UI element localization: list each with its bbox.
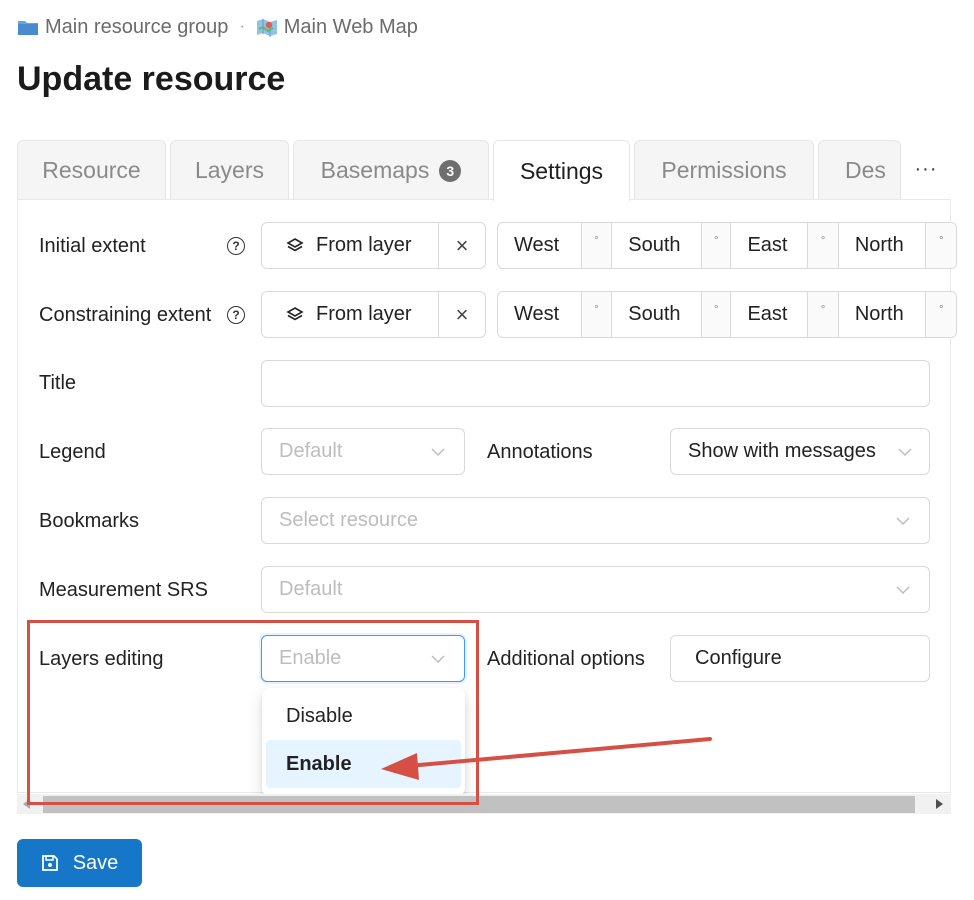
chevron-down-icon: [896, 586, 910, 595]
degree-suffix: °: [701, 223, 732, 268]
title-label: Title: [39, 371, 77, 394]
constraining-extent-south-input[interactable]: South: [612, 292, 702, 337]
legend-label: Legend: [39, 440, 106, 463]
constraining-extent-clear-icon[interactable]: ×: [439, 302, 485, 328]
degree-suffix: °: [701, 292, 732, 337]
initial-extent-east-input[interactable]: East: [731, 223, 809, 268]
measurement-srs-select[interactable]: Default: [261, 566, 930, 613]
bookmarks-label: Bookmarks: [39, 509, 140, 532]
layers-icon: [286, 306, 304, 320]
constraining-extent-west-input[interactable]: West: [498, 292, 582, 337]
chevron-down-icon: [431, 448, 445, 457]
breadcrumb-item-main-web-map[interactable]: Main Web Map: [256, 16, 418, 39]
tab-permissions[interactable]: Permissions: [634, 140, 814, 200]
chevron-down-icon: [898, 448, 912, 457]
breadcrumb-item-main-resource-group[interactable]: Main resource group: [17, 16, 228, 39]
degree-suffix: °: [581, 223, 613, 268]
breadcrumb: Main resource group · Main Web Map: [17, 14, 418, 40]
bookmarks-select[interactable]: Select resource: [261, 497, 930, 544]
initial-extent-west-input[interactable]: West: [498, 223, 582, 268]
constraining-extent-east-input[interactable]: East: [731, 292, 809, 337]
scroll-right-arrow-icon[interactable]: [936, 799, 943, 809]
initial-extent-south-input[interactable]: South: [612, 223, 702, 268]
legend-select[interactable]: Default: [261, 428, 465, 475]
initial-extent-from-layer-button[interactable]: From layer: [262, 223, 439, 268]
initial-extent-coords: West ° South ° East ° North °: [497, 222, 957, 269]
annotation-highlight-box: [27, 620, 479, 805]
basemaps-count-badge: 3: [439, 159, 462, 182]
layers-icon: [286, 237, 304, 251]
measurement-srs-label: Measurement SRS: [39, 578, 208, 601]
annotations-select[interactable]: Show with messages: [670, 428, 930, 475]
initial-extent-north-input[interactable]: North: [839, 223, 927, 268]
breadcrumb-separator: ·: [239, 18, 245, 35]
constraining-extent-coords: West ° South ° East ° North °: [497, 291, 957, 338]
folder-icon: [18, 21, 38, 35]
constraining-extent-north-input[interactable]: North: [839, 292, 927, 337]
tab-resource[interactable]: Resource: [17, 140, 166, 200]
initial-extent-clear-icon[interactable]: ×: [439, 233, 485, 259]
constraining-extent-from-layer-button[interactable]: From layer: [262, 292, 439, 337]
tab-settings[interactable]: Settings: [493, 140, 630, 201]
save-icon: [41, 855, 58, 871]
tab-layers[interactable]: Layers: [170, 140, 289, 200]
tab-description[interactable]: Des: [818, 140, 901, 200]
title-input[interactable]: [261, 360, 930, 407]
degree-suffix: °: [808, 292, 839, 337]
constraining-extent-label: Constraining extent: [39, 303, 212, 326]
chevron-down-icon: [896, 517, 910, 526]
tab-bar: Resource Layers Basemaps 3 Settings Perm…: [17, 140, 951, 201]
degree-suffix: °: [581, 292, 613, 337]
initial-extent-help-icon[interactable]: ?: [227, 237, 245, 255]
constraining-extent-from-layer: From layer ×: [261, 291, 486, 338]
tab-basemaps[interactable]: Basemaps 3: [293, 140, 489, 200]
page-title: Update resource: [17, 60, 286, 98]
degree-suffix: °: [808, 223, 839, 268]
degree-suffix: °: [926, 292, 956, 337]
degree-suffix: °: [926, 223, 956, 268]
annotations-label: Annotations: [487, 440, 593, 463]
initial-extent-label: Initial extent: [39, 234, 146, 257]
configure-button[interactable]: Configure: [670, 635, 930, 682]
initial-extent-from-layer: From layer ×: [261, 222, 486, 269]
constraining-extent-help-icon[interactable]: ?: [227, 306, 245, 324]
save-button[interactable]: Save: [17, 839, 142, 887]
web-map-icon: [256, 19, 277, 37]
additional-options-label: Additional options: [487, 647, 645, 670]
tabs-more-button[interactable]: ···: [901, 140, 951, 198]
